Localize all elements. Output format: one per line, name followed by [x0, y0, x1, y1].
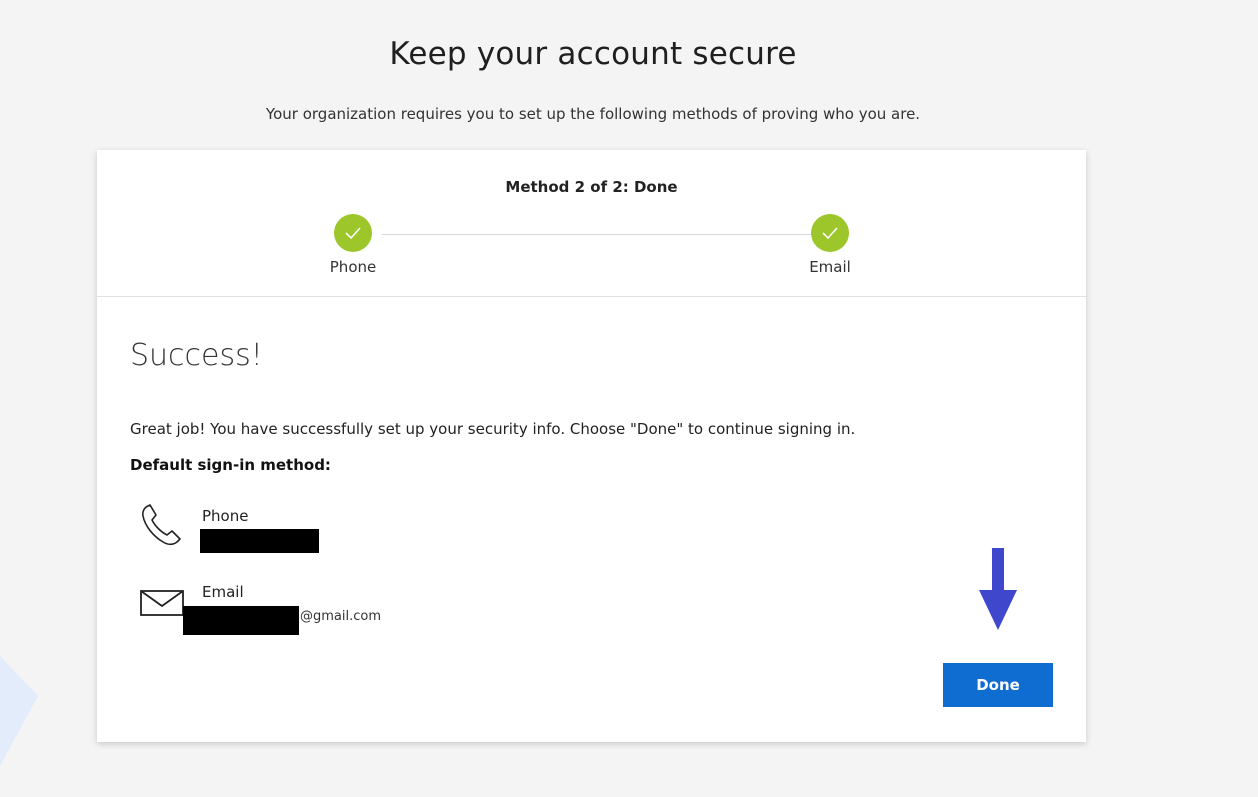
page-title: Keep your account secure: [389, 36, 797, 72]
redacted-email-address: [183, 606, 299, 635]
default-method-label: Default sign-in method:: [130, 456, 331, 474]
progress-header: Method 2 of 2: Done Phone Email: [97, 150, 1086, 297]
phone-icon: [139, 502, 185, 552]
progress-line: [382, 234, 812, 235]
email-method-name: Email: [202, 583, 244, 601]
page-subtitle: Your organization requires you to set up…: [265, 105, 921, 123]
success-title: Success!: [130, 338, 263, 373]
arrow-down-icon: [978, 548, 1018, 634]
corner-decoration: [0, 656, 38, 766]
check-icon: [811, 214, 849, 252]
progress-title: Method 2 of 2: Done: [505, 178, 678, 196]
step-email: Email: [770, 214, 890, 276]
security-card: Method 2 of 2: Done Phone Email Success!…: [97, 150, 1086, 742]
redacted-phone-number: [200, 529, 319, 553]
success-message: Great job! You have successfully set up …: [130, 420, 856, 438]
mail-icon: [139, 588, 185, 622]
step-phone: Phone: [293, 214, 413, 276]
done-button[interactable]: Done: [943, 663, 1053, 707]
email-domain: @gmail.com: [300, 609, 382, 624]
phone-method-name: Phone: [202, 507, 249, 525]
check-icon: [334, 214, 372, 252]
step-label-email: Email: [809, 258, 851, 276]
step-label-phone: Phone: [329, 258, 377, 276]
